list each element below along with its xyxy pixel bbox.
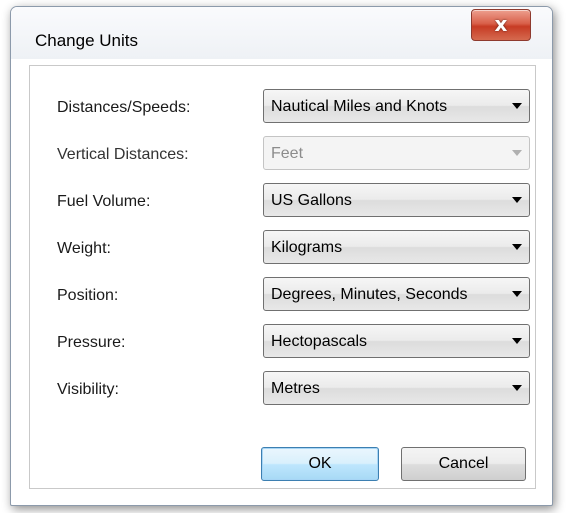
close-icon: x — [494, 12, 508, 36]
chevron-down-icon — [512, 197, 522, 203]
distances-speeds-select[interactable]: Nautical Miles and Knots — [263, 89, 530, 123]
vertical-distances-select: Feet — [263, 136, 530, 170]
chevron-down-icon — [512, 103, 522, 109]
cancel-button[interactable]: Cancel — [401, 447, 526, 481]
visibility-value: Metres — [271, 380, 320, 397]
fuel-volume-select[interactable]: US Gallons — [263, 183, 530, 217]
distances-speeds-label: Distances/Speeds: — [57, 99, 191, 116]
distances-speeds-value: Nautical Miles and Knots — [271, 98, 448, 115]
vertical-distances-label: Vertical Distances: — [57, 146, 189, 163]
fuel-volume-label: Fuel Volume: — [57, 193, 151, 210]
visibility-label: Visibility: — [57, 381, 119, 398]
chevron-down-icon — [512, 385, 522, 391]
title-bar[interactable]: Change Units x — [11, 7, 552, 59]
position-select[interactable]: Degrees, Minutes, Seconds — [263, 277, 530, 311]
position-label: Position: — [57, 287, 119, 304]
pressure-label: Pressure: — [57, 334, 126, 351]
chevron-down-icon — [512, 291, 522, 297]
chevron-down-icon — [512, 338, 522, 344]
chevron-down-icon — [512, 150, 522, 156]
chevron-down-icon — [512, 244, 522, 250]
ok-button[interactable]: OK — [261, 447, 379, 481]
change-units-dialog: Change Units x Distances/Speeds: Nautica… — [10, 6, 553, 506]
vertical-distances-value: Feet — [271, 145, 304, 162]
weight-label: Weight: — [57, 240, 111, 257]
weight-value: Kilograms — [271, 239, 343, 256]
fuel-volume-value: US Gallons — [271, 192, 352, 209]
dialog-title: Change Units — [35, 31, 139, 50]
close-button[interactable]: x — [471, 9, 531, 41]
pressure-value: Hectopascals — [271, 333, 368, 350]
pressure-select[interactable]: Hectopascals — [263, 324, 530, 358]
visibility-select[interactable]: Metres — [263, 371, 530, 405]
weight-select[interactable]: Kilograms — [263, 230, 530, 264]
position-value: Degrees, Minutes, Seconds — [271, 286, 468, 303]
